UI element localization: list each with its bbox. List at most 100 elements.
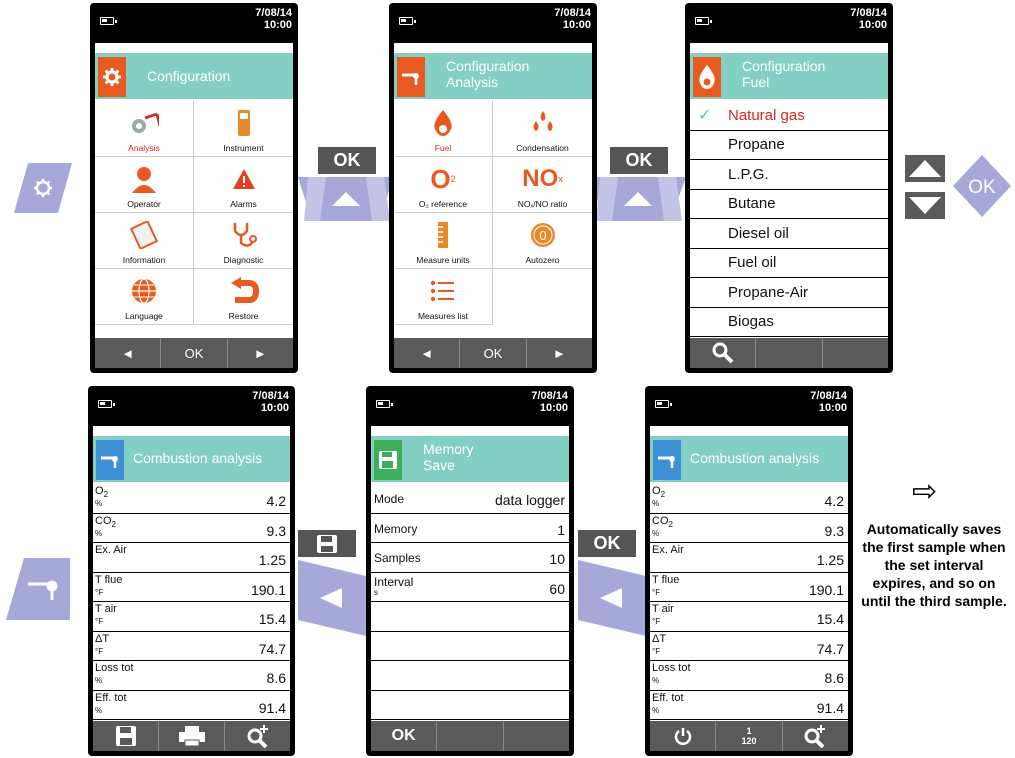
menu-item-instrument[interactable]: Instrument <box>194 101 293 157</box>
analysis-icon <box>129 109 159 137</box>
power-button[interactable] <box>650 721 715 751</box>
setting-samples[interactable]: Samples 10 <box>371 543 569 573</box>
save-icon <box>317 534 337 553</box>
prev-button[interactable]: ◄ <box>95 338 160 368</box>
menu-item-restore[interactable]: Restore <box>194 269 293 325</box>
battery-icon <box>695 17 712 25</box>
menu-item-o2-reference[interactable]: O2 O₂ reference <box>394 157 493 213</box>
measure-row: T flue °F 190.1 <box>650 573 848 602</box>
measure-row: Ex. Air 1.25 <box>650 543 848 573</box>
ok-key-text: OK <box>968 177 996 198</box>
next-button[interactable]: ► <box>226 338 293 368</box>
footer-nav: ◄ OK ► <box>95 338 293 368</box>
measure-row: O2% 4.2 <box>93 484 290 514</box>
setting-memory[interactable]: Memory 1 <box>371 514 569 543</box>
menu-item-language[interactable]: Language <box>95 269 194 325</box>
up-arrow-button[interactable] <box>905 155 945 182</box>
fuel-item[interactable]: Fuel oil <box>690 249 888 278</box>
zoom-button[interactable] <box>224 721 290 751</box>
footer-blank <box>821 338 888 368</box>
autozero-icon: 0 <box>528 221 558 249</box>
menu-item-nox-ratio[interactable]: NO x NOₓ/NO ratio <box>493 157 592 213</box>
device-combustion: 7/08/14 10:00 Combustion analysis O2% 4.2 … <box>88 386 295 756</box>
fuel-item-natural-gas[interactable]: ✓ Natural gas <box>690 101 888 131</box>
search-icon <box>712 342 734 364</box>
status-datetime: 7/08/14 10:00 <box>531 390 568 414</box>
empty-row <box>371 661 569 691</box>
menu-item-information[interactable]: Information <box>95 213 194 269</box>
menu-item-diagnostic[interactable]: Diagnostic <box>194 213 293 269</box>
print-button[interactable] <box>158 721 224 751</box>
operator-icon <box>129 165 159 193</box>
page-title: Configuration <box>147 68 231 84</box>
measure-row: T air °F 15.4 <box>93 602 290 632</box>
analysis-key[interactable] <box>6 558 70 620</box>
ok-button[interactable]: OK <box>160 338 226 368</box>
fuel-item[interactable]: Biogas <box>690 308 888 337</box>
screen-header: Configuration Fuel <box>690 53 888 99</box>
left-key[interactable] <box>578 560 646 636</box>
power-icon <box>674 728 691 745</box>
menu-item-fuel[interactable]: Fuel <box>394 101 493 157</box>
up-key[interactable] <box>590 177 686 221</box>
footer-nav <box>690 338 888 368</box>
footer-blank <box>436 721 502 751</box>
status-datetime: 7/08/14 10:00 <box>850 7 887 31</box>
measure-row: ΔT °F 74.7 <box>93 632 290 661</box>
battery-icon <box>98 400 115 408</box>
ok-button[interactable]: OK <box>459 338 525 368</box>
probe-icon <box>653 440 681 480</box>
footer-nav <box>93 721 290 751</box>
information-icon <box>129 221 159 249</box>
prev-button[interactable]: ◄ <box>394 338 459 368</box>
measure-row: Eff. tot% 91.4 <box>650 691 848 720</box>
search-button[interactable] <box>690 338 755 368</box>
setting-mode[interactable]: Mode data logger <box>371 484 569 514</box>
up-key[interactable] <box>298 177 394 221</box>
zoom-button[interactable] <box>781 721 848 751</box>
measure-row: ΔT °F 74.7 <box>650 632 848 661</box>
down-arrow-button[interactable] <box>905 192 945 219</box>
page-title: Memory Save <box>423 441 474 473</box>
fuel-item[interactable]: Butane <box>690 190 888 219</box>
menu-item-autozero[interactable]: 0 Autozero <box>493 213 592 269</box>
probe-icon <box>397 57 425 97</box>
fuel-item[interactable]: Diesel oil <box>690 219 888 249</box>
gear-key[interactable] <box>14 163 72 213</box>
measure-row: CO2% 9.3 <box>650 514 848 543</box>
status-datetime: 7/08/14 10:00 <box>810 390 847 414</box>
save-button[interactable] <box>93 721 158 751</box>
menu-item-condensation[interactable]: Condensation <box>493 101 592 157</box>
screen-header: Configuration Analysis <box>394 53 592 99</box>
footer-nav: ◄ OK ► <box>394 338 592 368</box>
save-key-label <box>298 530 356 557</box>
droplets-icon <box>528 109 558 137</box>
menu-item-measure-units[interactable]: Measure units <box>394 213 493 269</box>
measure-row: Loss tot% 8.6 <box>650 661 848 691</box>
measure-row: O2% 4.2 <box>650 484 848 514</box>
page-title: Combustion analysis <box>133 450 263 466</box>
ok-button[interactable]: OK <box>371 721 436 751</box>
menu-item-operator[interactable]: Operator <box>95 157 194 213</box>
ok-key[interactable]: OK <box>953 155 1011 217</box>
menu-item-analysis[interactable]: Analysis <box>95 101 194 157</box>
fuel-item[interactable]: L.P.G. <box>690 160 888 190</box>
status-datetime: 7/08/14 10:00 <box>255 7 292 31</box>
fuel-item[interactable]: Propane <box>690 131 888 160</box>
menu-item-alarms[interactable]: Alarms <box>194 157 293 213</box>
screen-header: Combustion analysis <box>650 436 848 482</box>
fuel-item[interactable]: Propane-Air <box>690 278 888 308</box>
alarm-icon <box>229 165 259 193</box>
next-button[interactable]: ► <box>525 338 592 368</box>
footer-nav: OK <box>371 721 569 751</box>
setting-interval[interactable]: Interval s 60 <box>371 573 569 602</box>
svg-text:0: 0 <box>539 228 546 243</box>
left-key[interactable] <box>298 560 366 636</box>
config-menu: Analysis Instrument Operator Alarms Info… <box>95 101 293 325</box>
battery-icon <box>655 400 672 408</box>
menu-item-measures-list[interactable]: Measures list <box>394 269 493 325</box>
status-datetime: 7/08/14 10:00 <box>554 7 591 31</box>
flame-icon <box>693 57 721 97</box>
battery-icon <box>100 17 117 25</box>
save-icon <box>374 440 402 480</box>
